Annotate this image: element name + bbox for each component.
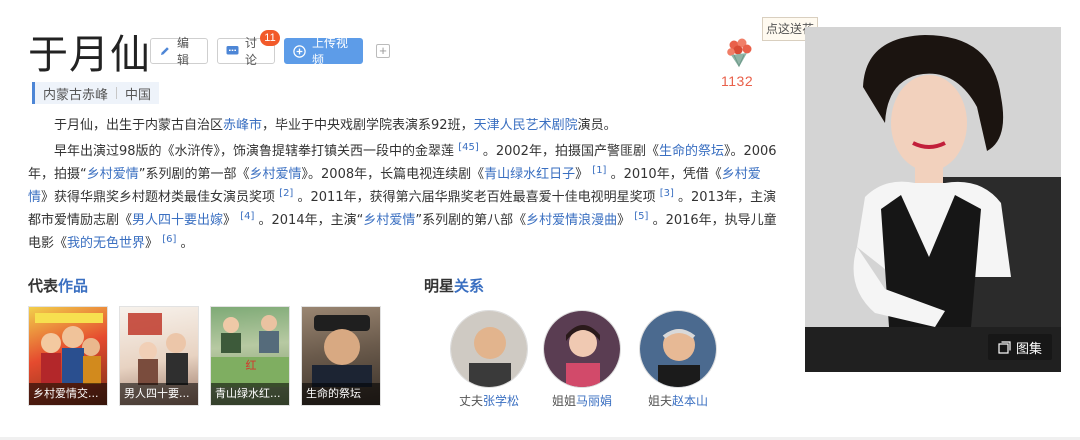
avatar[interactable] bbox=[639, 310, 717, 388]
plus-circle-icon bbox=[293, 44, 306, 58]
reference-1[interactable]: [1] bbox=[592, 165, 606, 176]
gallery-icon bbox=[998, 340, 1011, 354]
avatar[interactable] bbox=[543, 310, 621, 388]
edit-button-label: 编辑 bbox=[177, 36, 190, 67]
relation-name[interactable]: 马丽娟 bbox=[576, 394, 612, 408]
link-shengming-jitan[interactable]: 生命的祭坛 bbox=[659, 144, 724, 159]
pencil-icon bbox=[159, 45, 171, 57]
summary-paragraph-1: 于月仙，出生于内蒙古自治区赤峰市，毕业于中央戏剧学院表演系92班，天津人民艺术剧… bbox=[28, 114, 780, 137]
relation-type: 姐夫 bbox=[647, 394, 672, 408]
link-chifeng[interactable]: 赤峰市 bbox=[223, 118, 262, 133]
edit-button[interactable]: 编辑 bbox=[150, 36, 208, 67]
flower-bouquet-icon[interactable] bbox=[722, 36, 756, 70]
work-thumbnail[interactable]: 男人四十要... bbox=[119, 306, 199, 406]
relation-label: 姐姐马丽娟 bbox=[542, 392, 622, 409]
relation-name[interactable]: 赵本山 bbox=[672, 394, 708, 408]
work-thumbnail[interactable]: 红 青山绿水红... bbox=[210, 306, 290, 406]
relation-label: 姐夫赵本山 bbox=[638, 392, 718, 409]
work-thumbnail[interactable]: 乡村爱情交... bbox=[28, 306, 108, 406]
relations-heading-link[interactable]: 关系 bbox=[454, 277, 484, 295]
portrait-art bbox=[805, 27, 1061, 372]
text: ”系列剧的第一部《 bbox=[138, 167, 250, 182]
relation-item[interactable]: 丈夫张学松 bbox=[449, 310, 529, 409]
reference-2[interactable]: [2] bbox=[279, 188, 293, 199]
poster-art bbox=[35, 313, 103, 384]
relation-item[interactable]: 姐姐马丽娟 bbox=[542, 310, 622, 409]
text: 》 bbox=[145, 236, 159, 251]
reference-45[interactable]: [45] bbox=[458, 142, 479, 153]
relation-label: 丈夫张学松 bbox=[449, 392, 529, 409]
text: 。2011年，获得第六届华鼎奖老百姓最喜爱十佳电视明星奖项 bbox=[297, 190, 656, 205]
work-caption: 乡村爱情交... bbox=[29, 383, 107, 405]
tag-bar: 内蒙古赤峰 中国 bbox=[32, 82, 160, 104]
tag-country[interactable]: 中国 bbox=[117, 84, 159, 103]
works-heading-link[interactable]: 作品 bbox=[58, 277, 88, 295]
text: 》。2008年，长篇电视连续剧《 bbox=[301, 167, 485, 182]
link-xiangcun-aiqing-series[interactable]: 乡村爱情 bbox=[87, 167, 139, 182]
text: 早年出演过98版的《水浒传》，饰演鲁提辖拳打镇关西一段中的金翠莲 bbox=[54, 144, 455, 159]
text: 》 bbox=[575, 167, 589, 182]
chat-icon bbox=[226, 45, 239, 57]
relations-heading-plain: 明星 bbox=[424, 277, 455, 295]
gallery-label: 图集 bbox=[1015, 341, 1042, 357]
baike-summary-card: 于月仙 编辑 讨论 11 上传视频 + 内蒙古赤峰 中国 点这送花 1132 于… bbox=[0, 0, 1080, 440]
portrait-photo[interactable] bbox=[805, 27, 1061, 372]
relation-item[interactable]: 姐夫赵本山 bbox=[638, 310, 718, 409]
reference-4[interactable]: [4] bbox=[240, 211, 254, 222]
upload-video-button[interactable]: 上传视频 bbox=[284, 36, 363, 67]
relation-type: 姐姐 bbox=[551, 394, 576, 408]
works-heading: 代表作品 bbox=[28, 275, 88, 296]
text: 》获得华鼎奖乡村题材类最佳女演员奖项 bbox=[41, 190, 276, 205]
reference-5[interactable]: [5] bbox=[634, 211, 648, 222]
summary-paragraph-2: 早年出演过98版的《水浒传》，饰演鲁提辖拳打镇关西一段中的金翠莲 [45] 。2… bbox=[28, 140, 780, 255]
svg-text:红: 红 bbox=[246, 359, 257, 372]
relation-type: 丈夫 bbox=[458, 394, 483, 408]
works-heading-plain: 代表 bbox=[28, 277, 59, 295]
reference-3[interactable]: [3] bbox=[660, 188, 674, 199]
flower-count: 1132 bbox=[721, 73, 754, 89]
tag-location[interactable]: 内蒙古赤峰 bbox=[35, 84, 116, 103]
avatar[interactable] bbox=[450, 310, 528, 388]
add-button[interactable]: + bbox=[376, 44, 390, 58]
text: 。2002年，拍摄国产警匪剧《 bbox=[482, 144, 659, 159]
work-caption: 男人四十要... bbox=[120, 383, 198, 405]
text: 》 bbox=[617, 213, 631, 228]
text: ，毕业于中央戏剧学院表演系92班， bbox=[262, 118, 474, 133]
text: 演员。 bbox=[577, 118, 617, 133]
discuss-count-badge: 11 bbox=[260, 30, 280, 46]
link-nanren-sishi[interactable]: 男人四十要出嫁 bbox=[132, 213, 223, 228]
text: 。2014年，主演“ bbox=[258, 213, 364, 228]
poster-art bbox=[128, 313, 188, 385]
text: 于月仙，出生于内蒙古自治区 bbox=[54, 118, 224, 133]
link-qingshan-lvshui[interactable]: 青山绿水红日子 bbox=[484, 167, 575, 182]
work-caption: 生命的祭坛 bbox=[302, 383, 380, 405]
poster-art bbox=[312, 315, 372, 387]
link-wuse-shijie[interactable]: 我的无色世界 bbox=[67, 236, 145, 251]
relation-name[interactable]: 张学松 bbox=[483, 394, 519, 408]
text: 。2010年，凭借《 bbox=[610, 167, 722, 182]
poster-art: 红 bbox=[211, 315, 289, 387]
text: 》 bbox=[223, 213, 237, 228]
text: ”系列剧的第八部《 bbox=[415, 213, 527, 228]
link-xiangcun-aiqing[interactable]: 乡村爱情 bbox=[250, 167, 302, 182]
work-thumbnail[interactable]: 生命的祭坛 bbox=[301, 306, 381, 406]
gallery-button[interactable]: 图集 bbox=[988, 334, 1052, 360]
text: 。 bbox=[180, 236, 194, 251]
link-langman-qu[interactable]: 乡村爱情浪漫曲 bbox=[526, 213, 617, 228]
link-tianjin-theatre[interactable]: 天津人民艺术剧院 bbox=[474, 118, 578, 133]
reference-6[interactable]: [6] bbox=[162, 234, 176, 245]
relations-heading: 明星关系 bbox=[424, 275, 484, 296]
upload-video-label: 上传视频 bbox=[312, 36, 349, 67]
person-name: 于月仙 bbox=[28, 32, 151, 78]
link-xiangcun-aiqing-3[interactable]: 乡村爱情 bbox=[363, 213, 415, 228]
work-caption: 青山绿水红... bbox=[211, 383, 289, 405]
